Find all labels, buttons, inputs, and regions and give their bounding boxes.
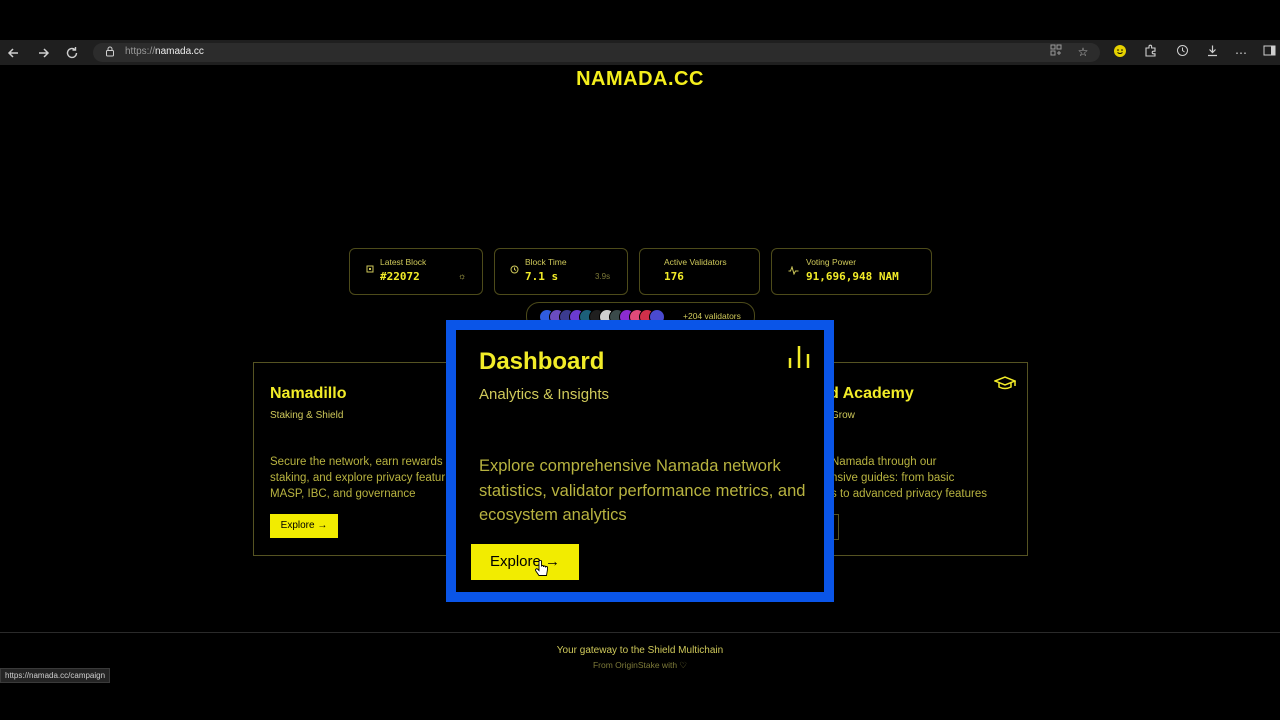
- desc-line: Secure the network, earn rewards: [270, 456, 443, 468]
- bar-chart-icon: [787, 344, 811, 375]
- card-academy[interactable]: d Academy Grow Namada through our nsive …: [826, 362, 1028, 556]
- stat-label: Active Validators: [664, 257, 727, 267]
- footer-divider: [0, 632, 1280, 633]
- dashboard-subtitle: Analytics & Insights: [479, 386, 610, 403]
- reload-icon[interactable]: [63, 44, 81, 62]
- explore-button[interactable]: Explore →: [270, 514, 338, 538]
- clock-icon: [510, 265, 519, 276]
- desc-line: s to advanced privacy features: [831, 488, 987, 500]
- card-subtitle: Staking & Shield: [270, 410, 344, 421]
- stat-value: #22072: [380, 270, 420, 283]
- desc-line: Namada through our: [831, 456, 937, 468]
- dashboard-card-zoom[interactable]: Dashboard Analytics & Insights Explore c…: [446, 320, 834, 602]
- more-icon[interactable]: ⋯: [1232, 44, 1250, 62]
- star-icon[interactable]: ☆: [1074, 43, 1092, 61]
- activity-icon: [788, 265, 799, 277]
- stat-sub-value: 3.9s: [595, 272, 611, 281]
- desc-line: MASP, IBC, and governance: [270, 488, 416, 500]
- card-description: Namada through our nsive guides: from ba…: [831, 454, 1021, 502]
- stat-latest-block: Latest Block #22072 ☼: [349, 248, 483, 295]
- history-icon[interactable]: [1173, 44, 1191, 62]
- card-title: d Academy: [829, 385, 914, 402]
- download-icon[interactable]: [1203, 44, 1221, 62]
- stat-voting-power: Voting Power 91,696,948 NAM: [771, 248, 932, 295]
- button-label: Explore →: [489, 553, 561, 570]
- stat-value: 7.1 s: [525, 270, 559, 283]
- extensions-icon[interactable]: [1141, 44, 1159, 62]
- stat-label: Block Time: [525, 257, 567, 267]
- stat-block-time: Block Time 7.1 s 3.9s: [494, 248, 628, 295]
- graduation-cap-icon: [992, 375, 1018, 398]
- stat-label: Latest Block: [380, 257, 427, 267]
- dashboard-explore-button[interactable]: Explore →: [471, 544, 579, 580]
- block-icon: [366, 265, 374, 275]
- window-top: [0, 0, 1280, 40]
- card-description: Secure the network, earn rewards staking…: [270, 454, 450, 502]
- sun-icon: ☼: [458, 271, 467, 281]
- stat-value: 91,696,948 NAM: [806, 270, 899, 283]
- card-title: Namadillo: [270, 385, 347, 402]
- card-namadillo[interactable]: Namadillo Staking & Shield Secure the ne…: [253, 362, 455, 556]
- hand-cursor-icon: [535, 556, 549, 576]
- lock-icon[interactable]: [105, 46, 115, 60]
- url-text[interactable]: https://namada.cc: [125, 46, 204, 57]
- dashboard-title: Dashboard: [479, 348, 605, 375]
- desc-line: staking, and explore privacy featur: [270, 472, 446, 484]
- site-logo[interactable]: NAMADA.CC: [0, 68, 1280, 91]
- url-scheme: https://: [125, 46, 156, 57]
- url-host: namada.cc: [155, 46, 204, 57]
- apps-icon[interactable]: [1047, 43, 1065, 61]
- status-bar-url: https://namada.cc/campaign: [0, 668, 111, 683]
- stat-label: Voting Power: [806, 257, 857, 267]
- address-bar[interactable]: https://namada.cc ☆: [93, 43, 1100, 62]
- desc-line: nsive guides: from basic: [831, 472, 955, 484]
- stat-active-validators: Active Validators 176: [639, 248, 760, 295]
- forward-icon[interactable]: [34, 44, 52, 62]
- browser-toolbar: https://namada.cc ☆ ⋯: [0, 40, 1280, 65]
- back-icon[interactable]: [5, 44, 23, 62]
- card-subtitle: Grow: [831, 410, 855, 421]
- sidebar-icon[interactable]: [1260, 44, 1278, 62]
- footer-tagline: Your gateway to the Shield Multichain: [556, 645, 724, 656]
- footer-credit[interactable]: From OriginStake with ♡: [0, 660, 1280, 671]
- profile-icon[interactable]: [1111, 44, 1129, 62]
- stat-value: 176: [664, 270, 684, 283]
- dashboard-description: Explore comprehensive Namada network sta…: [479, 457, 806, 524]
